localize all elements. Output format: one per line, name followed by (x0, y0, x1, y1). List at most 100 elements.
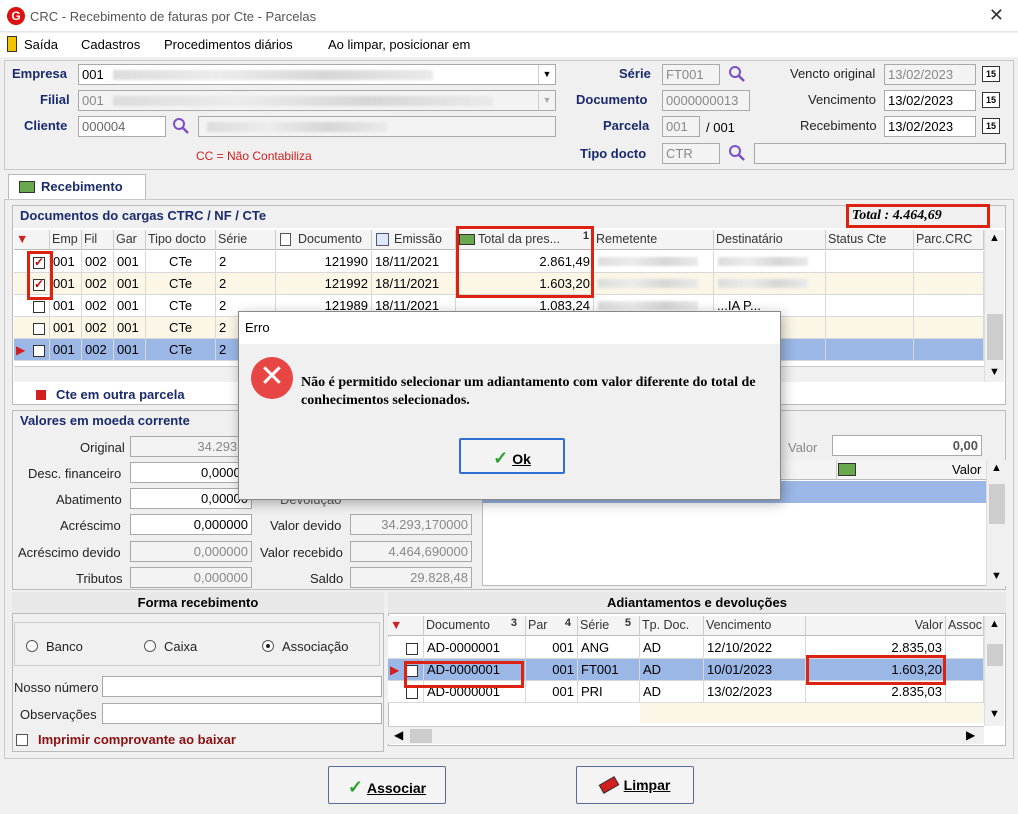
abatimento-input[interactable]: 0,00000 (130, 488, 252, 509)
scroll-thumb[interactable] (987, 644, 1003, 666)
menu-procedimentos[interactable]: Procedimentos diários (164, 37, 293, 52)
row-checkbox[interactable] (33, 300, 45, 313)
docs-scrollbar[interactable]: ▲ ▼ (984, 230, 1004, 382)
serie-input[interactable]: FT001 (662, 64, 720, 85)
col-fil[interactable]: Fil (82, 230, 114, 250)
search-icon[interactable] (728, 144, 746, 162)
col-gar[interactable]: Gar (114, 230, 146, 250)
col-tp-doc[interactable]: Tp. Doc. (640, 616, 704, 636)
abatimento-label: Abatimento (56, 492, 122, 507)
filial-select[interactable]: 001 ▼ (78, 90, 556, 111)
ok-button[interactable]: ✓ Ok (459, 438, 565, 474)
radio-associacao[interactable] (262, 640, 274, 652)
calendar-icon[interactable]: 15 (982, 66, 1000, 82)
adiant-hscrollbar[interactable]: ◀ ▶ (388, 726, 984, 744)
scroll-thumb[interactable] (987, 314, 1003, 360)
row-checkbox[interactable] (406, 642, 418, 655)
limpar-button[interactable]: Limpar (576, 766, 694, 804)
acrescimo-input[interactable]: 0,000000 (130, 514, 252, 535)
money-icon (19, 181, 35, 193)
vencimento-input[interactable]: 13/02/2023 (884, 90, 976, 111)
documento-input[interactable]: 0000000013 (662, 90, 750, 111)
valor-recebido-input[interactable]: 4.464,690000 (350, 541, 472, 562)
menu-ao-limpar[interactable]: Ao limpar, posicionar em (328, 37, 470, 52)
col-valor[interactable]: Valor (952, 462, 981, 477)
tipo-docto-desc-input[interactable] (754, 143, 1006, 164)
col-remetente[interactable]: Remetente (594, 230, 714, 250)
search-icon[interactable] (172, 117, 190, 135)
chevron-down-icon[interactable]: ▼ (989, 708, 1000, 720)
original-input[interactable]: 34.293,1 (130, 436, 252, 457)
calendar-icon[interactable]: 15 (982, 92, 1000, 108)
sort-order-badge: 4 (564, 617, 571, 629)
chevron-up-icon[interactable]: ▲ (989, 618, 1000, 630)
scroll-thumb[interactable] (989, 484, 1005, 524)
highlight-totals (456, 226, 594, 298)
calendar-icon[interactable]: 15 (982, 118, 1000, 134)
chevron-right-icon[interactable]: ▶ (966, 728, 975, 742)
valor-input[interactable]: 0,00 (832, 435, 982, 456)
parcela-input[interactable]: 001 (662, 116, 700, 137)
radio-caixa[interactable] (144, 640, 156, 652)
col-par[interactable]: Par 4 (526, 616, 578, 636)
col-documento[interactable]: Documento 3 (424, 616, 526, 636)
col-vencimento[interactable]: Vencimento (704, 616, 806, 636)
nosso-numero-input[interactable] (102, 676, 382, 697)
col-serie[interactable]: Série 5 (578, 616, 640, 636)
cell-parc (914, 317, 984, 339)
radio-banco[interactable] (26, 640, 38, 652)
cell-assoc (946, 681, 984, 703)
chevron-down-icon[interactable]: ▼ (538, 91, 555, 110)
chevron-left-icon[interactable]: ◀ (394, 728, 403, 742)
docs-title: Documentos do cargas CTRC / NF / CTe (20, 208, 267, 223)
col-valor[interactable]: Valor (806, 616, 946, 636)
exit-door-icon[interactable] (7, 36, 17, 52)
acrescimo-devido-input[interactable]: 0,000000 (130, 541, 252, 562)
valor-devido-input[interactable]: 34.293,170000 (350, 514, 472, 535)
col-documento[interactable]: Documento (276, 230, 372, 250)
chevron-up-icon[interactable]: ▲ (991, 462, 1002, 474)
recebimento-input[interactable]: 13/02/2023 (884, 116, 976, 137)
cell-emissao: 18/11/2021 (372, 251, 456, 273)
adiant-scrollbar[interactable]: ▲ ▼ (984, 616, 1004, 726)
chevron-down-icon[interactable]: ▼ (538, 65, 555, 84)
associar-button[interactable]: ✓ Associar (328, 766, 446, 804)
row-checkbox[interactable] (406, 686, 418, 699)
row-checkbox[interactable] (33, 344, 45, 357)
cell-serie: ANG (578, 637, 640, 659)
col-status-cte[interactable]: Status Cte (826, 230, 914, 250)
scroll-thumb[interactable] (410, 729, 432, 743)
vencto-original-input[interactable]: 13/02/2023 (884, 64, 976, 85)
tributos-input[interactable]: 0,000000 (130, 567, 252, 588)
tipo-docto-input[interactable]: CTR (662, 143, 720, 164)
menu-saida[interactable]: Saída (24, 37, 58, 52)
tab-recebimento[interactable]: Recebimento (8, 174, 146, 200)
cell-serie: 2 (216, 251, 276, 273)
imprimir-checkbox[interactable] (16, 734, 28, 746)
row-checkbox[interactable] (33, 322, 45, 335)
chevron-down-icon[interactable]: ▼ (989, 366, 1000, 378)
col-emp[interactable]: Emp (50, 230, 82, 250)
empresa-select[interactable]: 001 ▼ (78, 64, 556, 85)
cell-emp: 001 (50, 251, 82, 273)
cliente-code-input[interactable]: 000004 (78, 116, 166, 137)
col-emissao[interactable]: Emissão (372, 230, 456, 250)
col-assoc[interactable]: Assoc (946, 616, 984, 636)
error-dialog: Erro ✕ Não é permitido selecionar um adi… (238, 311, 781, 500)
chevron-up-icon[interactable]: ▲ (989, 232, 1000, 244)
search-icon[interactable] (728, 65, 746, 83)
col-tipo-docto[interactable]: Tipo docto (146, 230, 216, 250)
col-parc-crc[interactable]: Parc.CRC (914, 230, 984, 250)
col-serie[interactable]: Série (216, 230, 276, 250)
col-destinatario[interactable]: Destinatário (714, 230, 826, 250)
cell-par: 001 (526, 681, 578, 703)
close-icon[interactable]: ✕ (989, 5, 1004, 26)
chevron-down-icon[interactable]: ▼ (991, 570, 1002, 582)
menu-cadastros[interactable]: Cadastros (81, 37, 140, 52)
cliente-name-input[interactable] (198, 116, 556, 137)
saldo-input[interactable]: 29.828,48 (350, 567, 472, 588)
cell-par: 001 (526, 637, 578, 659)
desc-financeiro-input[interactable]: 0,00000 (130, 462, 252, 483)
valores-scrollbar[interactable]: ▲ ▼ (986, 460, 1006, 586)
observacoes-input[interactable] (102, 703, 382, 724)
